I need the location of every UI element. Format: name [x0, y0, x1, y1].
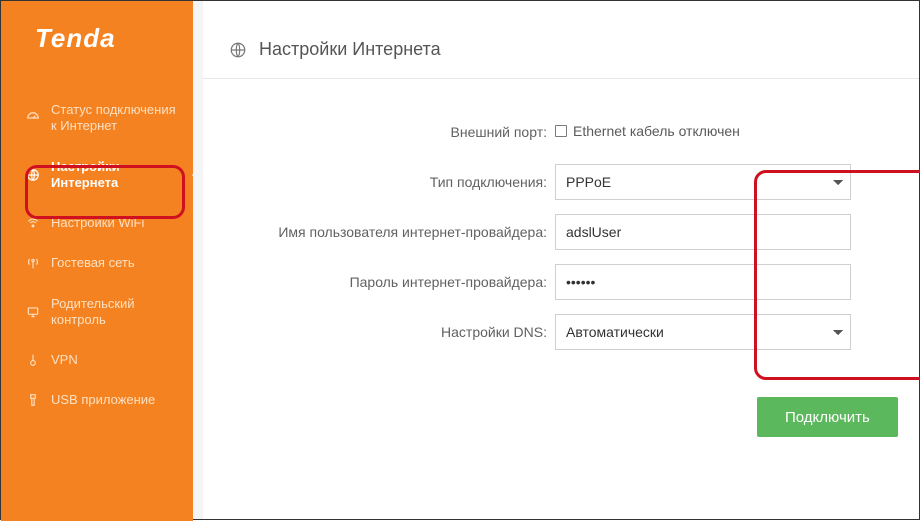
ethernet-status: Ethernet кабель отключен	[555, 123, 740, 139]
label-conn-type: Тип подключения:	[203, 174, 555, 190]
globe-icon	[229, 41, 247, 59]
app-frame: Tenda Статус подключения к Интернет Наст…	[0, 0, 920, 520]
gauge-icon	[25, 110, 41, 126]
antenna-icon	[25, 255, 41, 271]
usb-icon	[25, 392, 41, 408]
isp-user-input[interactable]	[555, 214, 851, 250]
sidebar-nav: Статус подключения к Интернет Настройки …	[1, 90, 193, 421]
label-external-port: Внешний порт:	[203, 124, 555, 140]
wifi-icon	[25, 215, 41, 231]
sidebar-item-label: Родительский контроль	[51, 296, 183, 329]
content-sheet: Настройки Интернета Внешний порт: Ethern…	[203, 1, 919, 519]
sidebar-item-vpn[interactable]: VPN	[1, 340, 193, 380]
brand-logo: Tenda	[1, 1, 193, 64]
sidebar-item-label: Настройки WiFi	[51, 215, 144, 231]
sidebar-item-parental[interactable]: Родительский контроль	[1, 284, 193, 341]
sidebar-item-guest[interactable]: Гостевая сеть	[1, 243, 193, 283]
row-external-port: Внешний порт: Ethernet кабель отключен	[203, 107, 919, 157]
vpn-icon	[25, 352, 41, 368]
row-isp-pass: Пароль интернет-провайдера:	[203, 257, 919, 307]
ethernet-status-text: Ethernet кабель отключен	[573, 123, 740, 139]
content-area: Настройки Интернета Внешний порт: Ethern…	[193, 1, 919, 519]
row-conn-type: Тип подключения: PPPoE	[203, 157, 919, 207]
label-dns: Настройки DNS:	[203, 324, 555, 340]
sidebar-item-wifi[interactable]: Настройки WiFi	[1, 203, 193, 243]
dns-select[interactable]: Автоматически	[555, 314, 851, 350]
connect-row: Подключить	[203, 397, 919, 437]
row-dns: Настройки DNS: Автоматически	[203, 307, 919, 357]
sidebar-item-label: Настройки Интернета	[51, 159, 183, 192]
shield-icon	[25, 304, 41, 320]
label-isp-user: Имя пользователя интернет-провайдера:	[203, 224, 555, 240]
sidebar: Tenda Статус подключения к Интернет Наст…	[1, 1, 193, 521]
connect-button[interactable]: Подключить	[757, 397, 898, 437]
sidebar-item-label: Гостевая сеть	[51, 255, 135, 271]
sidebar-item-usb[interactable]: USB приложение	[1, 380, 193, 420]
globe-icon	[25, 167, 41, 183]
sidebar-item-label: VPN	[51, 352, 78, 368]
page-title: Настройки Интернета	[203, 1, 919, 78]
ethernet-box-icon	[555, 125, 567, 137]
internet-settings-form: Внешний порт: Ethernet кабель отключен Т…	[203, 79, 919, 357]
isp-pass-input[interactable]	[555, 264, 851, 300]
row-isp-user: Имя пользователя интернет-провайдера:	[203, 207, 919, 257]
sidebar-item-internet[interactable]: Настройки Интернета	[1, 147, 193, 204]
conn-type-select[interactable]: PPPoE	[555, 164, 851, 200]
page-title-text: Настройки Интернета	[259, 39, 441, 60]
sidebar-item-status[interactable]: Статус подключения к Интернет	[1, 90, 193, 147]
sidebar-item-label: USB приложение	[51, 392, 155, 408]
sidebar-item-label: Статус подключения к Интернет	[51, 102, 183, 135]
label-isp-pass: Пароль интернет-провайдера:	[203, 274, 555, 290]
